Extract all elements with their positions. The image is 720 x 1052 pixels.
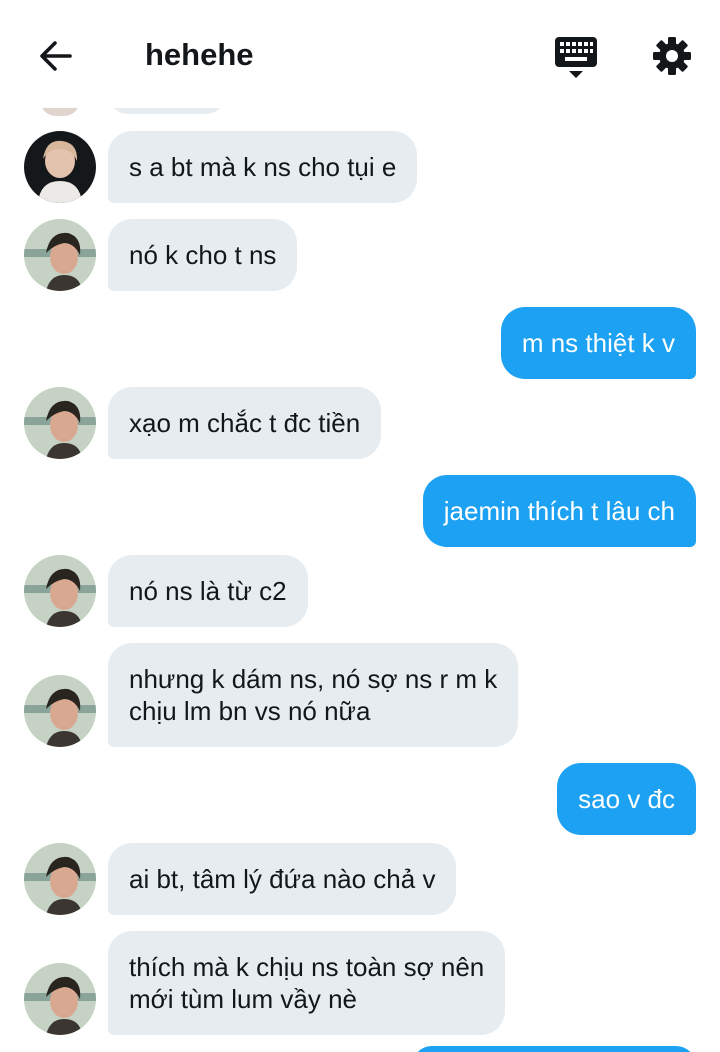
message-bubble: nó k cho t ns [108, 219, 298, 291]
partial-message-bubble [412, 1046, 696, 1052]
message-row-outgoing: sao v đc [0, 763, 720, 835]
settings-button[interactable] [648, 32, 696, 80]
message-row-outgoing: jaemin thích t lâu ch [0, 475, 720, 547]
avatar[interactable] [24, 131, 96, 203]
message-row-incoming: s a bt mà k ns cho tụi e [0, 131, 720, 203]
message-bubble: jaemin thích t lâu ch [422, 475, 696, 547]
arrow-left-icon [40, 41, 72, 71]
message-row-incoming: xạo m chắc t đc tiền [0, 387, 720, 459]
keyboard-icon [555, 37, 597, 78]
app-header: hehehe [0, 0, 720, 108]
message-bubble: thích mà k chịu ns toàn sợ nên mới tùm l… [108, 931, 506, 1035]
message-bubble: nó ns là từ c2 [108, 555, 308, 627]
back-button[interactable] [34, 34, 78, 78]
message-bubble: m ns thiệt k v [500, 307, 696, 379]
message-row-incoming: nhưng k dám ns, nó sợ ns r m k chịu lm b… [0, 643, 720, 747]
conversation-title: hehehe [145, 37, 254, 72]
message-row-outgoing: m ns thiệt k v [0, 307, 720, 379]
message-row-incoming: thích mà k chịu ns toàn sợ nên mới tùm l… [0, 931, 720, 1035]
avatar[interactable] [24, 843, 96, 915]
message-row-incoming: ai bt, tâm lý đứa nào chả v [0, 843, 720, 915]
message-bubble: xạo m chắc t đc tiền [108, 387, 382, 459]
message-bubble: s a bt mà k ns cho tụi e [108, 131, 418, 203]
avatar[interactable] [24, 963, 96, 1035]
message-bubble: ai bt, tâm lý đứa nào chả v [108, 843, 457, 915]
message-bubble: sao v đc [557, 763, 696, 835]
avatar[interactable] [24, 555, 96, 627]
avatar[interactable] [24, 219, 96, 291]
gear-icon [653, 37, 691, 75]
avatar[interactable] [24, 675, 96, 747]
message-row-incoming: nó k cho t ns [0, 219, 720, 291]
message-row-incoming: nó ns là từ c2 [0, 555, 720, 627]
message-bubble: nhưng k dám ns, nó sợ ns r m k chịu lm b… [108, 643, 519, 747]
avatar[interactable] [24, 387, 96, 459]
keyboard-toggle-button[interactable] [552, 34, 600, 80]
message-list[interactable]: s a bt mà k ns cho tụi e nó k cho t ns m… [0, 0, 720, 1052]
